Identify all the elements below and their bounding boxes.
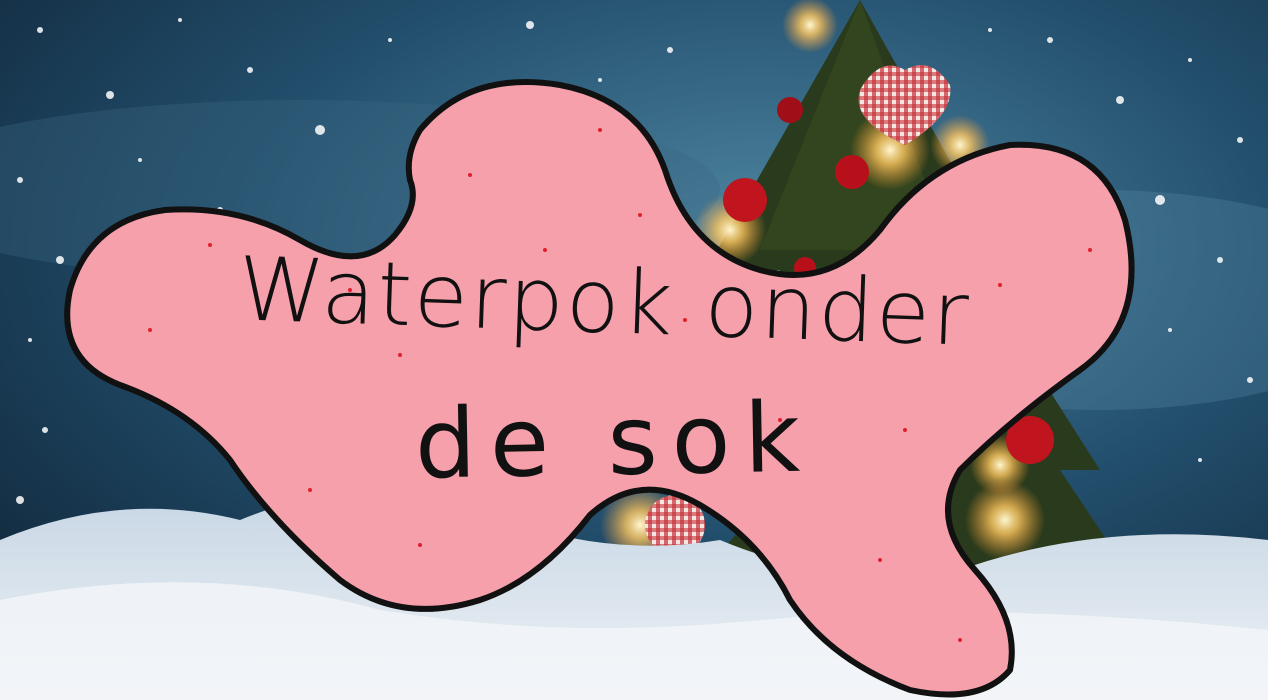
- christmas-scene: Waterpok onder de sok: [0, 0, 1268, 700]
- caption-line-2: de sok: [414, 381, 815, 501]
